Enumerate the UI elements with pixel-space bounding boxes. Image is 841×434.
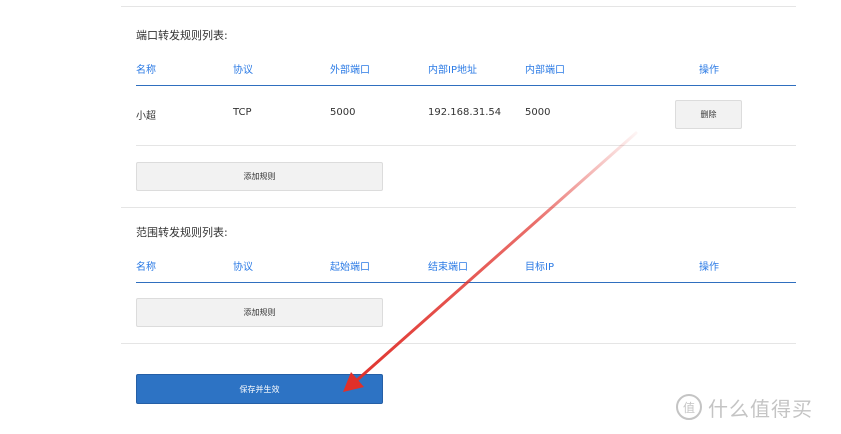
col-internal-port: 内部端口 <box>525 65 565 76</box>
col-external-port: 外部端口 <box>330 65 370 76</box>
port-forward-title: 端口转发规则列表: <box>136 29 228 42</box>
col-name: 名称 <box>136 65 156 76</box>
watermark-logo-char: 值 <box>682 400 695 415</box>
port-forward-table-header: 名称 协议 外部端口 内部IP地址 内部端口 操作 <box>136 61 796 86</box>
watermark-text: 什么值得买 <box>708 396 813 421</box>
add-port-rule-button[interactable]: 添加规则 <box>136 162 383 191</box>
delete-button[interactable]: 删除 <box>675 100 742 129</box>
range-forward-table-header: 名称 协议 起始端口 结束端口 目标IP 操作 <box>136 258 796 283</box>
col-action: 操作 <box>699 65 719 76</box>
col-name: 名称 <box>136 262 156 273</box>
save-apply-button[interactable]: 保存并生效 <box>136 374 383 404</box>
section-divider <box>121 207 796 208</box>
section-divider <box>121 343 796 344</box>
col-start-port: 起始端口 <box>330 262 370 273</box>
col-internal-ip: 内部IP地址 <box>428 65 477 76</box>
col-action: 操作 <box>699 262 719 273</box>
row-external-port: 5000 <box>330 107 356 118</box>
col-protocol: 协议 <box>233 262 253 273</box>
col-end-port: 结束端口 <box>428 262 468 273</box>
watermark: 值 什么值得买 <box>676 392 813 422</box>
range-forward-title: 范围转发规则列表: <box>136 226 228 239</box>
watermark-logo-icon: 值 <box>676 394 702 420</box>
col-protocol: 协议 <box>233 65 253 76</box>
top-divider <box>121 6 796 7</box>
table-row: 小超 TCP 5000 192.168.31.54 5000 删除 <box>136 86 796 146</box>
add-range-rule-button[interactable]: 添加规则 <box>136 298 383 327</box>
row-internal-ip: 192.168.31.54 <box>428 107 502 118</box>
row-name: 小超 <box>136 111 156 122</box>
row-internal-port: 5000 <box>525 107 551 118</box>
router-port-forward-page: 端口转发规则列表: 名称 协议 外部端口 内部IP地址 内部端口 操作 小超 T… <box>0 0 841 434</box>
row-protocol: TCP <box>233 107 252 118</box>
col-target-ip: 目标IP <box>525 262 554 273</box>
